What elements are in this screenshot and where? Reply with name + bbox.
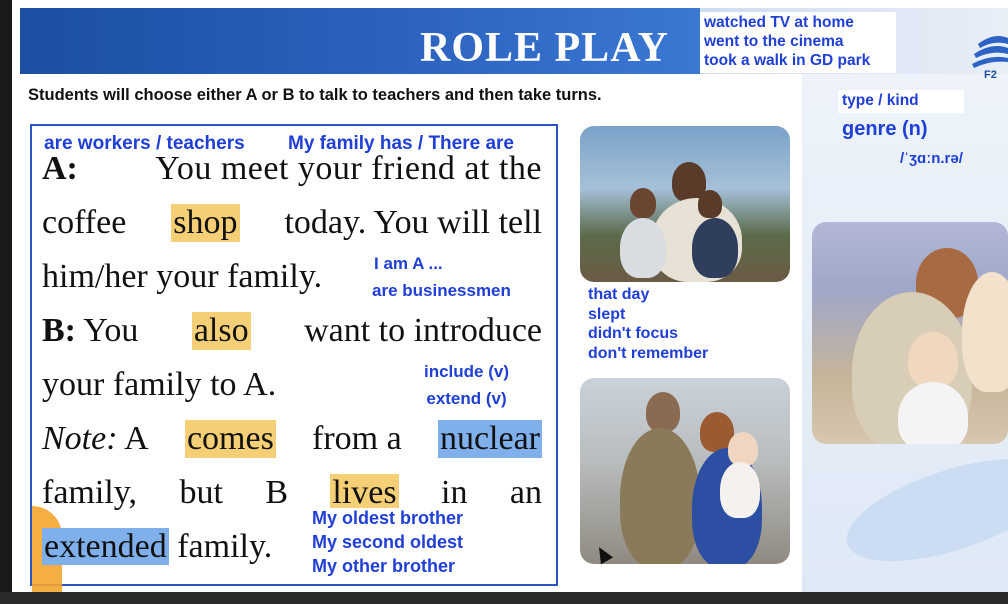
- vocab-ipa: /ˈʒɑːn.rə/: [900, 150, 963, 167]
- text-line-5: your family to A.: [42, 366, 277, 403]
- note-line: went to the cinema: [704, 32, 844, 50]
- note-line: My second oldest: [312, 531, 464, 552]
- highlight-comes: comes: [184, 420, 276, 458]
- text-line-6: Note: A comes from a nuclear: [42, 420, 542, 458]
- line7-w1: family,: [42, 474, 138, 511]
- line2-pre: coffee: [42, 204, 127, 241]
- family-photo-3: [812, 222, 1008, 444]
- note-verbs: include (v) extend (v): [424, 362, 510, 410]
- note-line: didn't focus: [588, 325, 679, 343]
- note-line: don't remember: [588, 344, 709, 362]
- slide-header: ROLE PLAY: [20, 8, 700, 74]
- line8-post: family.: [177, 528, 273, 565]
- note-line: include (v): [424, 362, 510, 381]
- role-b-label: B:: [42, 312, 76, 349]
- family-photo-2: [580, 378, 790, 564]
- note-label: Note:: [42, 420, 118, 457]
- note-line: watched TV at home: [704, 14, 854, 31]
- highlight-shop: shop: [171, 204, 240, 242]
- line7-w4: in: [441, 474, 468, 511]
- instruction-text: Students will choose either A or B to ta…: [28, 86, 602, 104]
- highlight-nuclear: nuclear: [437, 420, 542, 458]
- text-line-7: family, but B lives in an: [42, 474, 542, 512]
- note-line: that day: [588, 286, 650, 303]
- role-a-label: A:: [42, 150, 78, 187]
- line4-post: want to introduce: [304, 312, 542, 349]
- slide: ROLE PLAY F2 watched TV at home went to …: [12, 0, 1008, 592]
- note-i-am-a: I am A ... are businessmen: [372, 254, 511, 302]
- line2-post: today. You will tell: [284, 204, 542, 241]
- note-brothers: My oldest brother My second oldest My ot…: [312, 508, 464, 578]
- note-line: slept: [588, 305, 626, 323]
- role-play-box: are workers / teachers My family has / T…: [30, 124, 558, 592]
- text-line-8: extended family.: [42, 528, 272, 566]
- note-line: I am A ...: [374, 254, 443, 273]
- note-line: extend (v): [426, 388, 507, 408]
- text-line-2: coffee shop today. You will tell: [42, 204, 542, 242]
- vocab-genre: genre (n): [842, 118, 928, 140]
- header-notes: watched TV at home went to the cinema to…: [700, 12, 896, 73]
- note-line: My oldest brother: [312, 508, 464, 528]
- line1-rest: You meet your friend at the: [155, 150, 542, 187]
- bottom-bar: [0, 592, 1008, 604]
- text-line-3: him/her your family.: [42, 258, 323, 295]
- line7-w5: an: [509, 474, 542, 511]
- line4-pre: You: [83, 312, 139, 349]
- vocab-type-kind: type / kind: [838, 90, 964, 113]
- line7-w3: B: [265, 474, 288, 511]
- highlight-lives: lives: [330, 474, 399, 512]
- line7-w2: but: [179, 474, 223, 511]
- text-line-1: A: You meet your friend at the: [42, 150, 542, 188]
- photo-notes: that day slept didn't focus don't rememb…: [584, 282, 744, 367]
- note-line: My other brother: [312, 555, 456, 576]
- text-line-4: B: You also want to introduce: [42, 312, 542, 350]
- page-title: ROLE PLAY: [420, 25, 670, 71]
- line6-mid: from a: [312, 420, 402, 457]
- note-line: are businessmen: [372, 280, 511, 300]
- highlight-extended: extended: [42, 528, 169, 565]
- note-line: took a walk in GD park: [704, 51, 871, 69]
- highlight-also: also: [191, 312, 251, 350]
- line6-a: A: [124, 420, 149, 457]
- family-photo-1: [580, 126, 790, 282]
- f2-logo-icon: F2: [972, 36, 1008, 80]
- logo-text: F2: [984, 69, 997, 80]
